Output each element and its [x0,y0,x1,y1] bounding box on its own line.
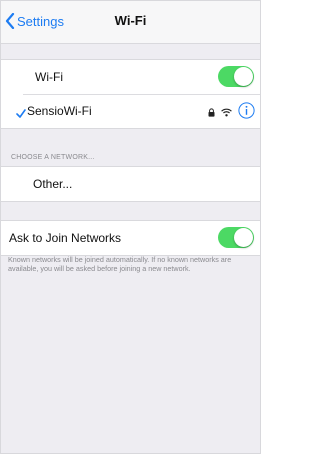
connected-network-name: SensioWi-Fi [27,104,92,118]
lock-icon [208,104,215,122]
ask-to-join-label: Ask to Join Networks [9,231,122,245]
wifi-toggle[interactable] [218,66,254,87]
network-status-icons [202,102,255,124]
toggle-knob [234,228,253,247]
ask-to-join-group: Ask to Join Networks [1,220,260,256]
ask-to-join-row: Ask to Join Networks [1,221,260,255]
other-network-label: Other... [33,177,73,191]
page-title: Wi-Fi [114,13,147,28]
ask-to-join-footnote: Known networks will be joined automatica… [8,255,232,273]
wifi-toggle-row: Wi-Fi [1,60,260,94]
settings-screen: Settings Wi-Fi Wi-Fi SensioWi-Fi CHOOSE … [0,0,261,454]
connected-network-row[interactable]: SensioWi-Fi [1,94,260,128]
wifi-group: Wi-Fi SensioWi-Fi [1,59,260,129]
info-icon[interactable] [238,102,255,124]
choose-network-group: Other... [1,166,260,202]
other-network-row[interactable]: Other... [1,167,260,201]
wifi-label: Wi-Fi [35,70,63,84]
choose-network-header: CHOOSE A NETWORK... [11,154,95,161]
navigation-bar: Settings Wi-Fi [1,1,260,44]
checkmark-icon [16,105,26,123]
wifi-icon [221,104,232,122]
toggle-knob [234,67,253,86]
ask-to-join-toggle[interactable] [218,227,254,248]
